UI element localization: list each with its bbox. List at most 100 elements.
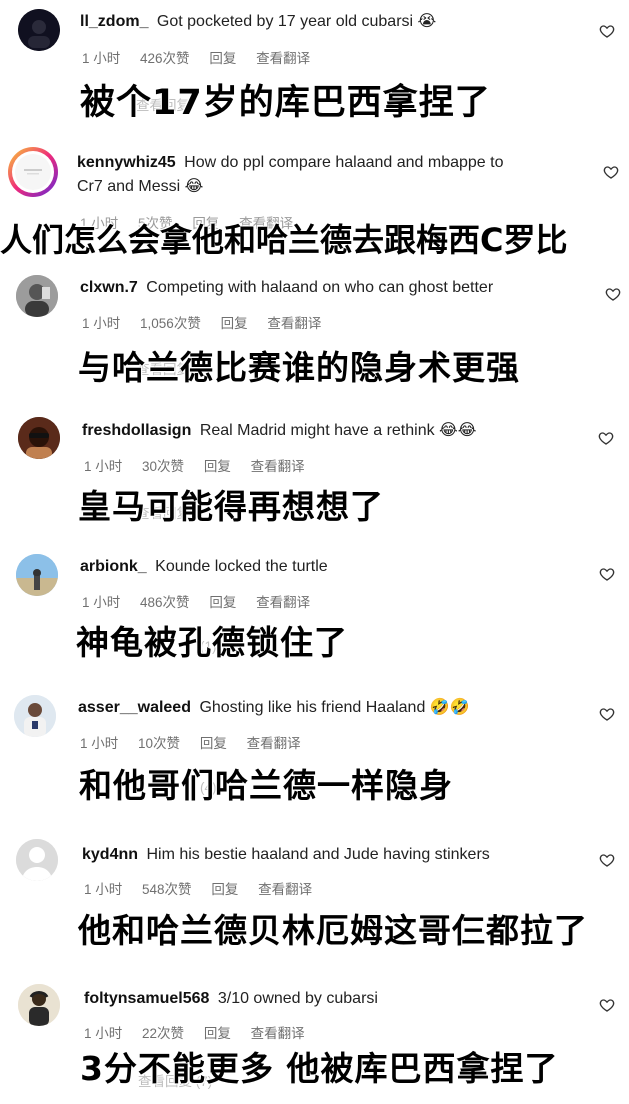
avatar-image — [18, 9, 60, 51]
comment-body: clxwn.7 Competing with halaand on who ca… — [80, 278, 493, 298]
username[interactable]: kennywhiz45 — [77, 154, 176, 171]
comment-text: How do ppl compare halaand and mbappe to — [184, 154, 504, 171]
comment-meta: 1 小时 548次赞 回复 查看翻译 — [84, 878, 328, 898]
comment-body-line2: Cr7 and Messi 😂 — [77, 177, 203, 197]
comment-7: kyd4nn Him his bestie haaland and Jude h… — [0, 825, 629, 970]
comment-6: asser__waleed Ghosting like his friend H… — [0, 680, 629, 825]
heart-icon[interactable] — [599, 852, 615, 868]
reply-button[interactable]: 回复 — [204, 459, 231, 474]
username[interactable]: freshdollasign — [82, 422, 191, 439]
avatar[interactable] — [18, 9, 60, 51]
avatar[interactable] — [16, 554, 58, 596]
comment-body: foltynsamuel568 3/10 owned by cubarsi — [84, 989, 378, 1009]
translate-button[interactable]: 查看翻译 — [267, 316, 321, 331]
comment-body: kyd4nn Him his bestie haaland and Jude h… — [82, 845, 490, 865]
timestamp: 1 小时 — [84, 882, 123, 897]
comment-text: Kounde locked the turtle — [155, 558, 328, 575]
translation-caption: 人们怎么会拿他和哈兰德去跟梅西C罗比 — [0, 221, 568, 259]
translation-caption: 他和哈兰德贝林厄姆这哥仨都拉了 — [78, 911, 588, 950]
comment-text: Real Madrid might have a rethink — [199, 422, 435, 439]
reply-button[interactable]: 回复 — [221, 316, 248, 331]
avatar[interactable] — [8, 147, 58, 197]
comment-text: Him his bestie haaland and Jude having s… — [146, 846, 490, 863]
translation-caption: 皇马可能得再想想了 — [78, 487, 384, 526]
comment-body: asser__waleed Ghosting like his friend H… — [78, 698, 470, 718]
comment-body: kennywhiz45 How do ppl compare halaand a… — [77, 153, 503, 173]
username[interactable]: asser__waleed — [78, 699, 191, 716]
emoji: 😭 — [417, 13, 437, 30]
avatar-image — [18, 984, 60, 1026]
translation-caption: 和他哥们哈兰德一样隐身 — [79, 766, 453, 805]
comment-meta: 1 小时 10次赞 回复 查看翻译 — [80, 732, 317, 752]
comment-text: Got pocketed by 17 year old cubarsi — [156, 13, 414, 30]
emoji: 😂 — [184, 178, 204, 195]
comment-meta: 1 小时 486次赞 回复 查看翻译 — [82, 591, 326, 611]
default-avatar-icon — [16, 839, 58, 881]
heart-icon[interactable] — [599, 566, 615, 582]
avatar[interactable] — [16, 275, 58, 317]
timestamp: 1 小时 — [84, 1026, 123, 1041]
timestamp: 1 小时 — [84, 459, 123, 474]
translate-button[interactable]: 查看翻译 — [256, 595, 310, 610]
timestamp: 1 小时 — [82, 51, 121, 66]
avatar[interactable] — [18, 984, 60, 1026]
avatar-image — [18, 417, 60, 459]
translate-button[interactable]: 查看翻译 — [251, 1026, 305, 1041]
translate-button[interactable]: 查看翻译 — [258, 882, 312, 897]
comment-8: foltynsamuel568 3/10 owned by cubarsi 1 … — [0, 970, 629, 1104]
heart-icon[interactable] — [603, 164, 619, 180]
timestamp: 1 小时 — [80, 736, 119, 751]
reply-button[interactable]: 回复 — [209, 51, 236, 66]
reply-button[interactable]: 回复 — [204, 1026, 231, 1041]
translate-button[interactable]: 查看翻译 — [256, 51, 310, 66]
reply-button[interactable]: 回复 — [200, 736, 227, 751]
comment-text: Ghosting like his friend Haaland — [199, 699, 426, 716]
heart-icon[interactable] — [599, 997, 615, 1013]
username[interactable]: kyd4nn — [82, 846, 138, 863]
avatar-image — [14, 695, 56, 737]
translation-caption: 与哈兰德比赛谁的隐身术更强 — [78, 348, 520, 387]
heart-icon[interactable] — [599, 23, 615, 39]
reply-button[interactable]: 回复 — [209, 595, 236, 610]
timestamp: 1 小时 — [82, 316, 121, 331]
username[interactable]: ll_zdom_ — [80, 13, 148, 30]
comment-text-line2: Cr7 and Messi — [77, 178, 181, 195]
likes-count[interactable]: 548次赞 — [142, 882, 192, 897]
likes-count[interactable]: 10次赞 — [138, 736, 180, 751]
comment-meta: 1 小时 22次赞 回复 查看翻译 — [84, 1022, 321, 1042]
emoji: 🤣🤣 — [429, 699, 470, 716]
username[interactable]: arbionk_ — [80, 558, 147, 575]
translate-button[interactable]: 查看翻译 — [251, 459, 305, 474]
translate-button[interactable]: 查看翻译 — [247, 736, 301, 751]
likes-count[interactable]: 426次赞 — [140, 51, 190, 66]
timestamp: 1 小时 — [82, 595, 121, 610]
comment-body: arbionk_ Kounde locked the turtle — [80, 557, 328, 577]
avatar-image — [16, 275, 58, 317]
likes-count[interactable]: 1,056次赞 — [140, 316, 201, 331]
comment-meta: 1 小时 30次赞 回复 查看翻译 — [84, 455, 321, 475]
likes-count[interactable]: 486次赞 — [140, 595, 190, 610]
avatar[interactable] — [16, 839, 58, 881]
comment-4: freshdollasign Real Madrid might have a … — [0, 405, 629, 540]
heart-icon[interactable] — [599, 706, 615, 722]
likes-count[interactable]: 22次赞 — [142, 1026, 184, 1041]
translation-caption: 神龟被孔德锁住了 — [76, 623, 348, 662]
avatar[interactable] — [18, 417, 60, 459]
comment-text: 3/10 owned by cubarsi — [217, 990, 378, 1007]
heart-icon[interactable] — [605, 286, 621, 302]
reply-button[interactable]: 回复 — [211, 882, 238, 897]
heart-icon[interactable] — [598, 430, 614, 446]
comment-meta: 1 小时 1,056次赞 回复 查看翻译 — [82, 312, 337, 332]
username[interactable]: clxwn.7 — [80, 279, 138, 296]
comment-body: freshdollasign Real Madrid might have a … — [82, 421, 476, 441]
avatar-image — [12, 151, 54, 193]
likes-count[interactable]: 30次赞 — [142, 459, 184, 474]
avatar[interactable] — [14, 695, 56, 737]
translation-caption: 被个17岁的库巴西拿捏了 — [80, 83, 491, 123]
comment-3: clxwn.7 Competing with halaand on who ca… — [0, 270, 629, 405]
comment-text: Competing with halaand on who can ghost … — [146, 279, 494, 296]
comment-body: ll_zdom_ Got pocketed by 17 year old cub… — [80, 12, 436, 32]
username[interactable]: foltynsamuel568 — [84, 990, 209, 1007]
avatar-image — [16, 554, 58, 596]
comment-1: ll_zdom_ Got pocketed by 17 year old cub… — [0, 0, 629, 140]
